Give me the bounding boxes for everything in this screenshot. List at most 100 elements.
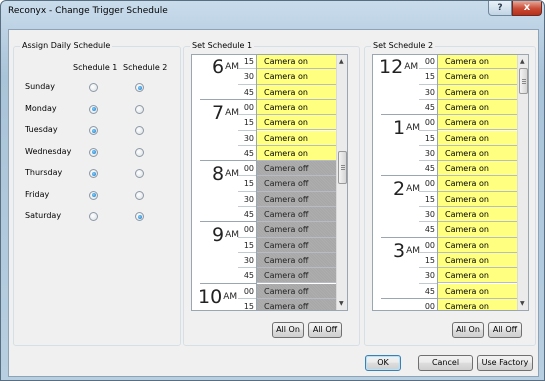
ok-button[interactable]: OK [365, 355, 401, 371]
minute-label: 45 [424, 225, 435, 235]
minute-label: 15 [424, 255, 435, 265]
hour-number: 8 [212, 163, 225, 186]
schedule-slot-cell[interactable]: Camera off [257, 268, 337, 284]
am-pm-label: AM [225, 230, 240, 241]
am-pm-label: AM [225, 107, 240, 118]
grip-line [341, 169, 345, 170]
schedule-slot-cell[interactable]: Camera off [257, 252, 337, 269]
help-button[interactable]: ? [488, 1, 512, 16]
schedule-slot-cell[interactable]: Camera on [257, 130, 337, 146]
minute-label: 30 [243, 133, 254, 143]
grip-line [341, 165, 345, 166]
schedule1-radio[interactable] [89, 212, 98, 221]
schedule-slot-cell[interactable]: Camera off [257, 207, 337, 223]
schedule-slot-cell[interactable]: Camera off [257, 191, 337, 207]
minute-label: 30 [243, 72, 254, 82]
minute-label: 45 [243, 271, 254, 281]
schedule-slot-cell[interactable]: Camera on [438, 145, 518, 162]
minute-label: 00 [243, 225, 254, 235]
window-title: Reconyx - Change Trigger Schedule [8, 6, 168, 16]
minute-label: 30 [424, 87, 435, 97]
am-pm-label: AM [225, 169, 240, 180]
minute-label: 30 [424, 210, 435, 219]
schedule2-radio[interactable] [135, 104, 144, 114]
cancel-button[interactable]: Cancel [418, 355, 473, 371]
hour-label: 7AM [212, 101, 329, 124]
schedule1-group-label: Set Schedule 1 [190, 41, 255, 50]
schedule1-all-on-button[interactable]: All On [272, 322, 304, 338]
day-label: Monday [25, 103, 57, 113]
schedule1-grid: Camera on Camera on Camera on Camera on Came… [191, 54, 348, 311]
schedule2-all-on-button[interactable]: All On [452, 322, 484, 338]
schedule-slot-cell[interactable]: Camera on [438, 84, 518, 100]
minute-label: 15 [243, 240, 254, 250]
day-label: Friday [25, 189, 50, 199]
minute-label: 15 [243, 179, 254, 189]
schedule-slot-cell[interactable]: Camera on [438, 207, 518, 223]
schedule2-scrollbar[interactable]: ▲ ▼ [517, 55, 528, 310]
dialog-window: Reconyx - Change Trigger Schedule ? x As… [0, 0, 545, 381]
hour-number: 7 [212, 101, 225, 124]
minute-label: 00 [424, 57, 435, 66]
schedule-slot-cell[interactable]: Camera on [438, 161, 518, 177]
minute-label: 15 [243, 301, 254, 311]
day-label: Thursday [25, 168, 63, 177]
minute-label: 45 [424, 102, 435, 112]
schedule-slot-cell[interactable]: Camera on [438, 222, 518, 238]
schedule2-scroll-thumb[interactable] [519, 68, 528, 94]
schedule-slot-cell[interactable]: Camera on [438, 298, 518, 310]
schedule-slot-cell[interactable]: Camera on [438, 283, 518, 299]
schedule-slot-cell[interactable]: Camera on [438, 268, 518, 284]
schedule1-scroll-thumb[interactable] [338, 151, 347, 184]
scroll-down-arrow-icon[interactable]: ▼ [339, 300, 344, 307]
scroll-up-arrow-icon[interactable]: ▲ [339, 58, 344, 65]
schedule1-radio[interactable] [89, 104, 98, 114]
schedule2-radio[interactable] [135, 126, 144, 135]
schedule1-radio[interactable] [89, 169, 98, 178]
minute-label: 15 [243, 57, 254, 66]
schedule2-radio[interactable] [135, 212, 144, 221]
grip-line [341, 167, 345, 168]
day-label: Sunday [25, 82, 55, 91]
schedule-slot-cell[interactable]: Camera on [438, 99, 518, 116]
schedule2-radio[interactable] [135, 169, 144, 178]
scroll-up-arrow-icon[interactable]: ▲ [520, 58, 525, 65]
schedule2-radio[interactable] [135, 83, 144, 92]
hour-number: 9 [212, 224, 225, 247]
hour-number: 12 [379, 56, 404, 78]
minute-label: 30 [424, 271, 435, 281]
schedule-slot-cell[interactable]: Camera on [257, 145, 337, 162]
minute-label: 45 [243, 87, 254, 97]
hour-label: 6AM [212, 58, 329, 77]
am-pm-label: AM [406, 245, 421, 256]
schedule1-all-off-button[interactable]: All Off [308, 322, 342, 338]
use-factory-button[interactable]: Use Factory [477, 355, 533, 371]
grip-line [522, 79, 526, 80]
am-pm-label: AM [406, 184, 421, 195]
title-bar[interactable]: Reconyx - Change Trigger Schedule ? x [1, 1, 544, 23]
minute-label: 00 [243, 164, 254, 174]
schedule-slot-cell[interactable]: Camera on [257, 84, 337, 100]
schedule1-radio[interactable] [89, 126, 98, 135]
schedule1-scrollbar[interactable]: ▲ ▼ [336, 55, 347, 310]
hour-label: 3AM [393, 241, 510, 261]
schedule2-all-off-button[interactable]: All Off [488, 322, 522, 338]
hour-number: 10 [198, 285, 223, 308]
hour-label: 10AM [198, 285, 329, 308]
schedule1-radio[interactable] [89, 190, 98, 200]
dialog-client-area: Assign Daily Schedule Schedule 1 Schedul… [8, 29, 539, 377]
hour-label: 1AM [393, 119, 510, 138]
schedule2-column-header: Schedule 2 [123, 63, 168, 72]
close-button[interactable]: x [512, 1, 542, 16]
schedule1-column-header: Schedule 1 [73, 63, 118, 72]
minute-label: 00 [243, 286, 254, 296]
schedule2-radio[interactable] [135, 190, 144, 200]
schedule1-radio[interactable] [89, 147, 98, 157]
schedule2-radio[interactable] [135, 147, 144, 157]
schedule2-grid: Camera on Camera on Camera on Camera on Came… [372, 54, 529, 311]
minute-label: 15 [243, 118, 254, 128]
hour-number: 6 [212, 56, 225, 78]
schedule1-radio[interactable] [89, 83, 98, 92]
scroll-down-arrow-icon[interactable]: ▼ [520, 300, 525, 307]
schedule2-group-label: Set Schedule 2 [371, 41, 436, 50]
